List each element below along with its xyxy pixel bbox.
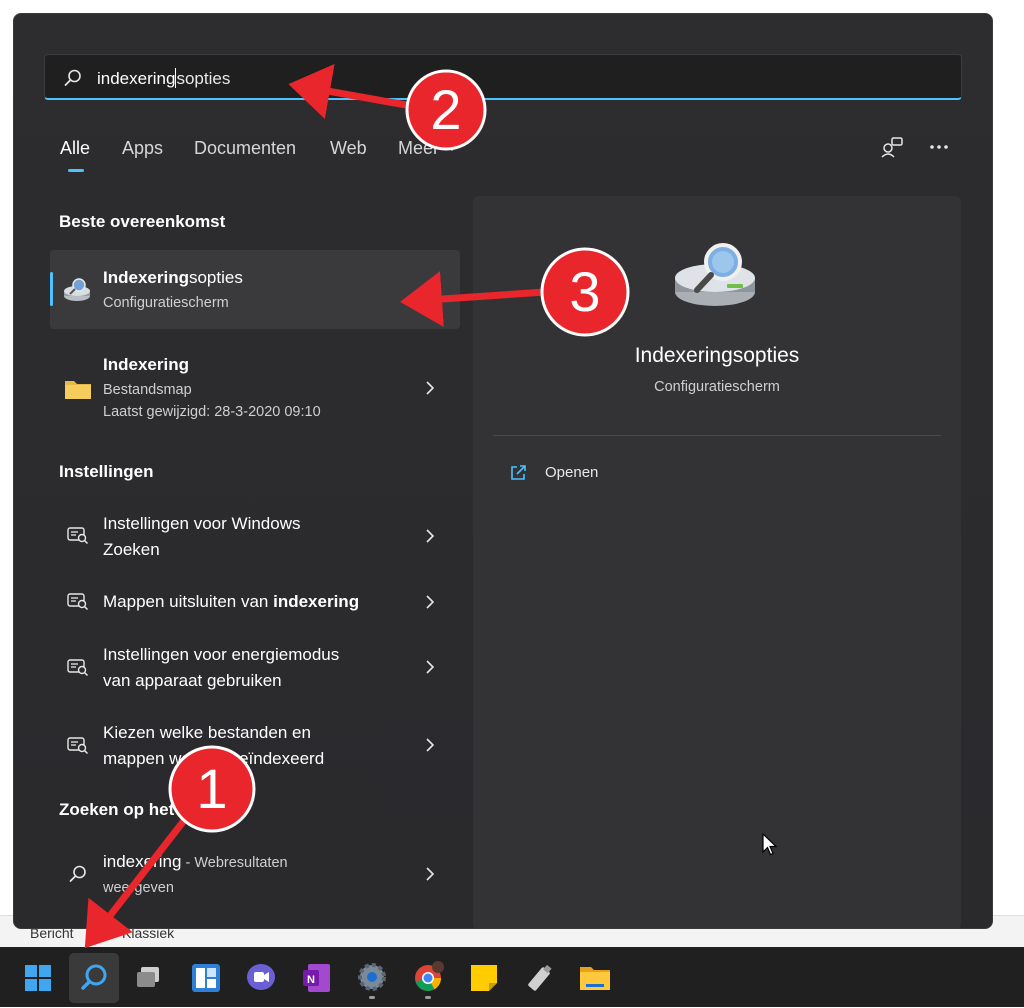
annotation-arrow-3 bbox=[400, 271, 546, 327]
annotation-number-1: 1 bbox=[196, 757, 228, 820]
annotation-arrow-2 bbox=[288, 63, 413, 120]
annotation-number-2: 2 bbox=[430, 78, 462, 141]
annotation-overlay bbox=[84, 63, 630, 949]
annotation-number-3: 3 bbox=[569, 260, 601, 323]
